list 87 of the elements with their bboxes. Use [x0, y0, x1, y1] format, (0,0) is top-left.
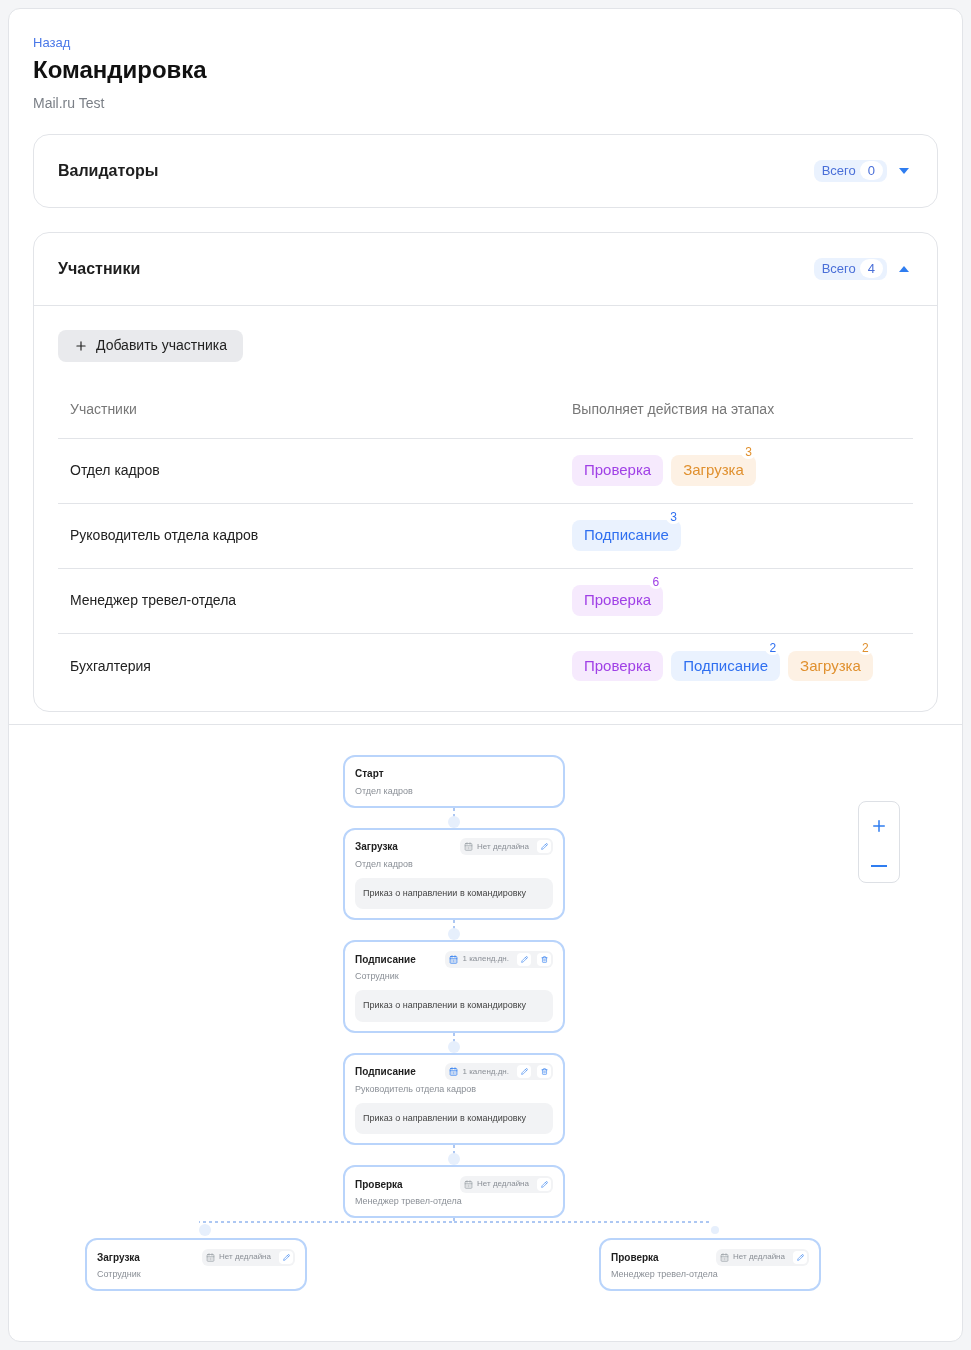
calendar-icon — [449, 954, 459, 964]
participant-name: Отдел кадров — [70, 461, 161, 480]
stage-count: 2 — [858, 640, 873, 655]
pencil-icon — [520, 1068, 528, 1075]
edit-button[interactable] — [279, 1250, 293, 1264]
node-title: Подписание — [355, 1065, 416, 1079]
connector-line — [445, 807, 463, 828]
pencil-icon — [540, 843, 548, 850]
column-header: Участники — [70, 400, 138, 419]
total-label: Всего — [821, 259, 856, 278]
zoom-out-button[interactable] — [871, 864, 887, 867]
stage-tag: Проверка — [572, 650, 664, 682]
stage-count: 2 — [765, 640, 781, 655]
participant-name: Руководитель отдела кадров — [70, 526, 260, 545]
node-title: Старт — [355, 767, 384, 781]
participant-name: Менеджер тревел-отдела — [70, 591, 238, 610]
total-count: 4 — [859, 258, 883, 279]
column-header: Выполняет действия на этапах — [572, 400, 775, 419]
participant-name: Бухгалтерия — [70, 656, 152, 676]
stage-node[interactable]: Старт Отдел кадров — [343, 754, 565, 808]
document-item: Приказ о направлении в командировку — [355, 1102, 553, 1134]
page-subtitle: Mail.ru Test — [33, 93, 106, 113]
node-title: Загрузка — [97, 1250, 140, 1265]
section-title: Валидаторы — [58, 160, 159, 181]
node-role: Отдел кадров — [355, 857, 414, 870]
plus-icon — [74, 338, 88, 353]
stage-tag: Загрузка — [671, 455, 756, 486]
connector-line — [445, 920, 463, 940]
stage-count: 6 — [648, 575, 664, 590]
calendar-icon — [206, 1252, 216, 1262]
node-title: Загрузка — [355, 840, 398, 854]
edit-button[interactable] — [537, 1177, 551, 1191]
stage-node[interactable]: Подписание 1 календ.дн. Сотрудник Приказ о направлении в командировку — [343, 940, 565, 1033]
stage-node[interactable]: Подписание 1 календ.дн. Руководитель отдела кадров Приказ о направлении в командировку — [343, 1052, 565, 1145]
pencil-icon — [796, 1253, 804, 1261]
pencil-icon — [520, 955, 528, 963]
deadline-text: Нет дедлайна — [733, 1251, 785, 1263]
minus-icon — [871, 864, 887, 867]
node-role: Отдел кадров — [355, 784, 414, 797]
calendar-icon — [449, 1067, 459, 1076]
node-role: Сотрудник — [97, 1268, 142, 1280]
stage-node[interactable]: Загрузка Нет дедлайна Сотрудник — [85, 1238, 307, 1291]
deadline-text: Нет дедлайна — [477, 840, 529, 853]
delete-button[interactable] — [537, 952, 551, 966]
calendar-icon — [720, 1252, 730, 1262]
document-item: Приказ о направлении в командировку — [355, 990, 553, 1022]
caret-icon[interactable] — [899, 265, 909, 272]
total-count: 0 — [859, 160, 883, 181]
node-title: Подписание — [355, 952, 416, 967]
stage-count: 3 — [741, 445, 756, 460]
calendar-icon — [464, 842, 474, 851]
deadline-text: Нет дедлайна — [219, 1251, 271, 1263]
stage-tag: Подписание — [572, 520, 681, 551]
stage-tag: Проверка — [572, 585, 664, 616]
connector-line — [445, 1032, 463, 1053]
node-role: Руководитель отдела кадров — [355, 1082, 477, 1095]
stage-tag: Проверка — [572, 455, 664, 486]
node-title: Проверка — [355, 1177, 403, 1192]
connector-line — [445, 1145, 463, 1165]
delete-button[interactable] — [537, 1065, 551, 1078]
back-link[interactable]: Назад — [33, 33, 938, 53]
node-role: Менеджер тревел-отдела — [611, 1268, 719, 1280]
document-item: Приказ о направлении в командировку — [355, 877, 553, 909]
node-title: Проверка — [611, 1250, 659, 1265]
edit-button[interactable] — [517, 1065, 531, 1078]
deadline-text: 1 календ.дн. — [462, 1065, 509, 1078]
deadline-text: 1 календ.дн. — [462, 953, 509, 965]
section-title: Участники — [58, 258, 141, 279]
caret-icon[interactable] — [899, 167, 909, 174]
calendar-icon — [464, 1179, 474, 1189]
edit-button[interactable] — [517, 952, 531, 966]
trash-icon — [540, 955, 548, 963]
stage-count: 3 — [666, 510, 681, 525]
stage-node[interactable]: Проверка Нет дедлайна Менеджер тревел-отдела — [343, 1165, 565, 1218]
pencil-icon — [282, 1253, 290, 1261]
stage-node[interactable]: Проверка Нет дедлайна Менеджер тревел-отдела — [599, 1238, 821, 1291]
trash-icon — [540, 1068, 548, 1075]
total-label: Всего — [821, 161, 856, 180]
node-role: Менеджер тревел-отдела — [355, 1195, 463, 1207]
stage-node[interactable]: Загрузка Нет дедлайна Отдел кадров Приказ о направлении в командировку — [343, 827, 565, 920]
edit-button[interactable] — [537, 840, 551, 853]
pencil-icon — [540, 1180, 548, 1188]
add-participant-button[interactable]: Добавить участника — [58, 329, 244, 362]
node-role: Сотрудник — [355, 970, 400, 982]
page-title: Командировка — [33, 54, 208, 85]
deadline-text: Нет дедлайна — [477, 1178, 529, 1190]
edit-button[interactable] — [793, 1250, 807, 1264]
